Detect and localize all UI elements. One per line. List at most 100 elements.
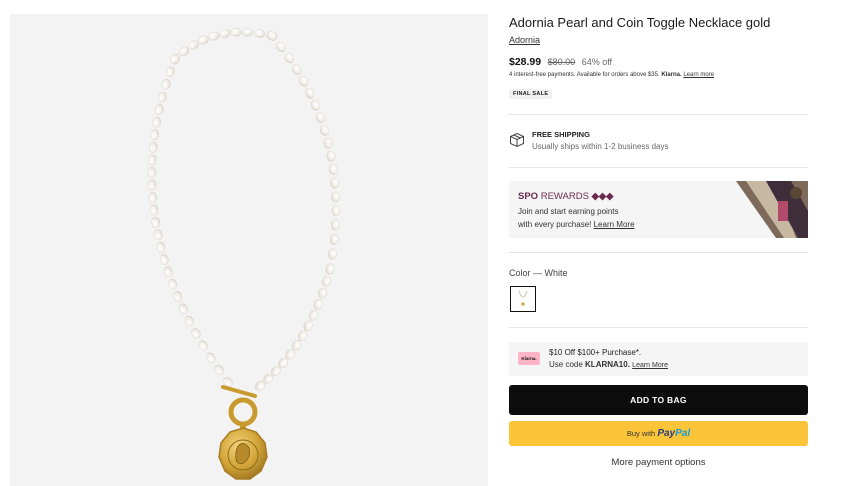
pearl: [168, 278, 178, 290]
pearl: [326, 150, 336, 162]
divider: [509, 327, 808, 328]
price-row: $28.99 $80.00 64% off: [509, 56, 612, 68]
product-title: Adornia Pearl and Coin Toggle Necklace g…: [509, 15, 771, 30]
color-label: Color — White: [509, 268, 568, 278]
rewards-description: Join and start earning points with every…: [518, 205, 678, 231]
pearl: [328, 164, 338, 176]
pearl: [325, 263, 335, 275]
pearl: [147, 166, 157, 178]
pearl: [329, 234, 339, 245]
pearl: [276, 41, 286, 53]
rewards-title-light: REWARDS: [540, 191, 589, 202]
pearl: [310, 100, 320, 111]
divider: [509, 252, 808, 253]
rewards-photo: [736, 181, 808, 238]
pearl: [292, 64, 302, 75]
pearl: [153, 229, 163, 241]
pearl: [331, 191, 340, 203]
pearl: [328, 248, 337, 260]
rewards-title-bold: SPO: [518, 191, 539, 202]
promo-code: KLARNA10.: [585, 360, 630, 369]
pearl: [208, 31, 220, 41]
box-icon: [510, 132, 524, 148]
pearl: [331, 205, 341, 217]
paypal-button[interactable]: Buy with PayPal: [509, 421, 808, 446]
diamonds-icon: ◆◆◆: [591, 191, 614, 202]
rewards-title: SPO REWARDS ◆◆◆: [518, 191, 613, 202]
pearl: [173, 291, 183, 302]
pearl: [156, 241, 166, 253]
pearl: [165, 66, 175, 78]
color-swatch-white[interactable]: [510, 286, 536, 312]
pearl: [330, 219, 340, 231]
pearl: [154, 104, 164, 116]
klarna-logo: Klarna.: [518, 352, 540, 365]
pearl: [230, 27, 242, 37]
rewards-line-2: with every purchase!: [518, 220, 592, 229]
klarna-installments: 4 interest-free payments. Available for …: [509, 72, 714, 78]
paypal-prefix: Buy with: [626, 429, 656, 438]
pearl: [284, 53, 294, 64]
pearl: [178, 303, 188, 314]
discount-percent: 64% off: [581, 57, 613, 67]
final-sale-badge: FINAL SALE: [509, 89, 553, 99]
paypal-logo-pay: Pay: [657, 428, 676, 439]
pearl: [157, 91, 167, 103]
pearl: [298, 76, 309, 87]
klarna-learn-more-link[interactable]: Learn more: [683, 72, 714, 78]
pearl: [323, 137, 333, 149]
add-to-bag-button[interactable]: ADD TO BAG: [509, 385, 808, 415]
pearl: [254, 29, 265, 38]
klarna-promo-banner: Klarna. $10 Off $100+ Purchase*. Use cod…: [509, 342, 808, 376]
pearl: [159, 254, 169, 265]
divider: [509, 167, 808, 168]
klarna-installments-text: 4 interest-free payments. Available for …: [509, 72, 660, 78]
promo-title: $10 Off $100+ Purchase*.: [549, 348, 642, 357]
rewards-learn-more-link[interactable]: Learn More: [594, 220, 635, 229]
pearl: [313, 299, 323, 310]
pearl: [184, 315, 195, 327]
pearl: [319, 125, 329, 136]
more-payment-options-link[interactable]: More payment options: [509, 457, 808, 468]
pearl: [303, 320, 313, 332]
divider: [509, 114, 808, 115]
paypal-logo-pal: Pal: [675, 428, 691, 439]
shipping-subtitle: Usually ships within 1-2 business days: [532, 142, 669, 151]
rewards-banner[interactable]: SPO REWARDS ◆◆◆ Join and start earning p…: [509, 181, 808, 238]
product-image-gallery[interactable]: [10, 14, 488, 486]
original-price: $80.00: [547, 57, 576, 67]
brand-link[interactable]: Adornia: [509, 35, 540, 45]
pearl: [305, 88, 315, 99]
coin-pendant: [218, 427, 268, 480]
pearl: [149, 204, 159, 216]
pearl: [318, 287, 327, 299]
pearl: [267, 30, 277, 42]
necklace-image: [147, 27, 341, 480]
pearl: [330, 177, 340, 189]
toggle-clasp: [221, 385, 258, 430]
klarna-brand: Klarna.: [661, 72, 682, 78]
pearl: [148, 141, 158, 153]
pearl: [242, 27, 253, 37]
pearl: [147, 154, 157, 166]
pearl: [152, 116, 162, 128]
pearl: [198, 35, 209, 45]
rewards-line-1: Join and start earning points: [518, 207, 619, 216]
pearl: [163, 266, 173, 278]
pearl: [308, 310, 318, 321]
pearl: [191, 327, 201, 339]
pearl: [214, 364, 224, 375]
shipping-title: FREE SHIPPING: [532, 130, 590, 139]
pearl: [315, 112, 325, 124]
pearl: [206, 352, 216, 363]
pearl: [322, 275, 331, 287]
promo-code-line: Use code KLARNA10. Learn More: [549, 360, 668, 369]
pearl: [147, 179, 157, 191]
promo-learn-more-link[interactable]: Learn More: [632, 362, 668, 369]
pearl: [198, 340, 208, 351]
pearl: [150, 129, 160, 141]
pearl: [151, 216, 161, 228]
current-price: $28.99: [509, 56, 542, 68]
pearl: [161, 78, 171, 90]
pearl: [219, 29, 231, 38]
